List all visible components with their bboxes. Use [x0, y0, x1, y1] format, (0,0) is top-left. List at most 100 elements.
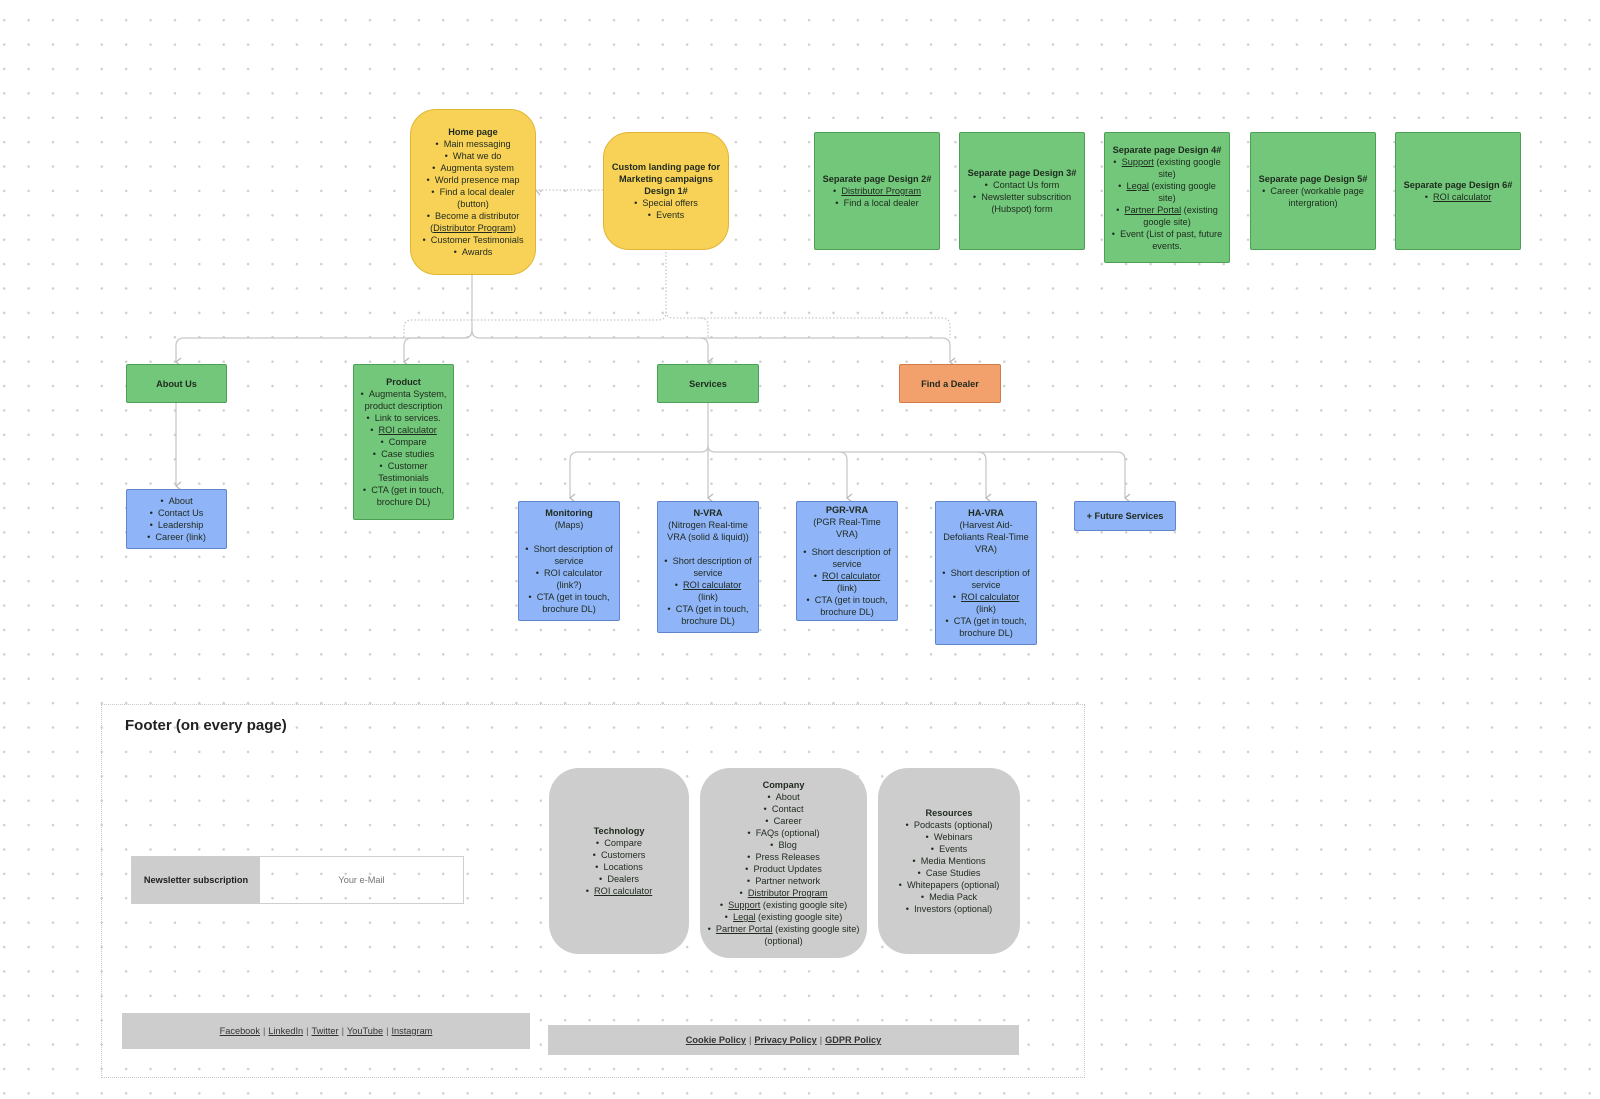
home-page-title: Home page	[448, 127, 498, 137]
legal-link[interactable]: Legal	[1126, 181, 1148, 191]
roi-calculator-link[interactable]: ROI calculator	[379, 425, 437, 435]
legal-link[interactable]: Legal	[733, 912, 755, 922]
product-item: Augmenta System, product description	[360, 388, 447, 412]
distributor-program-link[interactable]: Distributor Program	[433, 223, 513, 233]
footer-link[interactable]: Webinars	[899, 831, 1000, 843]
service-ha-vra-node[interactable]: HA-VRA (Harvest Aid-Defoliants Real-Time…	[935, 501, 1037, 645]
about-us-node[interactable]: About Us	[126, 364, 227, 403]
footer-link[interactable]: About	[706, 791, 861, 803]
footer-link[interactable]: Partner network	[706, 875, 861, 887]
wire-home-dealer	[700, 337, 956, 367]
page-item: Contact Us form	[966, 179, 1078, 191]
separate-page-title: Separate page Design 3#	[967, 168, 1077, 178]
wire-home-services	[471, 329, 714, 367]
separate-page-title: Separate page Design 5#	[1258, 174, 1368, 184]
footer-link[interactable]: Product Updates	[706, 863, 861, 875]
home-item: Customer Testimonials	[417, 234, 529, 246]
cookie-policy-link[interactable]: Cookie Policy	[686, 1035, 746, 1045]
footer-link[interactable]: Podcasts (optional)	[899, 819, 1000, 831]
twitter-link[interactable]: Twitter	[312, 1026, 339, 1036]
service-subtitle: (PGR Real-Time VRA)	[813, 517, 881, 539]
roi-calculator-link[interactable]: ROI calculator	[683, 580, 741, 590]
footer-link[interactable]: Media Pack	[899, 891, 1000, 903]
footer-link[interactable]: Whitepapers (optional)	[899, 879, 999, 891]
home-item: World presence map	[417, 174, 529, 186]
home-item: Awards	[417, 246, 529, 258]
technology-title: Technology	[593, 826, 645, 836]
youtube-link[interactable]: YouTube	[347, 1026, 383, 1036]
service-title: Monitoring	[545, 508, 593, 518]
separate-page-4-node[interactable]: Separate page Design 4# Support (existin…	[1104, 132, 1230, 263]
about-item: Contact Us	[147, 507, 206, 519]
find-a-dealer-title: Find a Dealer	[921, 378, 979, 389]
footer-link[interactable]: Locations	[586, 861, 653, 873]
about-item: Career (link)	[147, 531, 206, 543]
instagram-link[interactable]: Instagram	[391, 1026, 432, 1036]
separate-page-3-node[interactable]: Separate page Design 3# Contact Us form …	[959, 132, 1085, 250]
partner-portal-link[interactable]: Partner Portal	[1124, 205, 1181, 215]
service-item: CTA (get in touch, brochure DL)	[664, 603, 752, 627]
support-link[interactable]: Support	[1122, 157, 1154, 167]
facebook-link[interactable]: Facebook	[220, 1026, 260, 1036]
linkedin-link[interactable]: LinkedIn	[268, 1026, 303, 1036]
service-title: PGR-VRA	[825, 505, 869, 515]
separate-page-title: Separate page Design 4#	[1112, 144, 1222, 155]
wire-services-pgr	[707, 445, 853, 503]
separate-page-title: Separate page Design 2#	[822, 174, 932, 184]
footer-link[interactable]: Dealers	[586, 873, 653, 885]
footer-link[interactable]: FAQs (optional)	[706, 827, 861, 839]
separate-page-title: Separate page Design 6#	[1403, 180, 1513, 190]
landing-page-title: Custom landing page for Marketing campai…	[611, 162, 721, 196]
services-node[interactable]: Services	[657, 364, 759, 403]
roi-calculator-link[interactable]: ROI calculator	[594, 886, 652, 896]
footer-company-column: Company About Contact Career FAQs (optio…	[700, 768, 867, 958]
product-title: Product	[386, 377, 421, 387]
landing-page-node[interactable]: Custom landing page for Marketing campai…	[603, 132, 729, 250]
footer-link[interactable]: Press Releases	[706, 851, 861, 863]
roi-calculator-link[interactable]: ROI calculator	[822, 571, 880, 581]
footer-link[interactable]: Investors (optional)	[899, 903, 1000, 915]
distributor-program-link[interactable]: Distributor Program	[841, 186, 921, 196]
page-item: Find a local dealer	[833, 197, 921, 209]
separate-page-2-node[interactable]: Separate page Design 2# Distributor Prog…	[814, 132, 940, 250]
roi-calculator-link[interactable]: ROI calculator	[961, 592, 1019, 602]
footer-link[interactable]: Compare	[586, 837, 653, 849]
separate-page-5-node[interactable]: Separate page Design 5# Career (workable…	[1250, 132, 1376, 250]
wire-landing-right	[665, 311, 709, 338]
footer-link[interactable]: Customers	[586, 849, 653, 861]
policy-links-bar: Cookie Policy | Privacy Policy | GDPR Poli…	[548, 1025, 1019, 1055]
support-link[interactable]: Support	[728, 900, 760, 910]
service-nvra-node[interactable]: N-VRA (Nitrogen Real-time VRA (solid & l…	[657, 501, 759, 633]
service-item: CTA (get in touch, brochure DL)	[942, 615, 1030, 639]
product-item: CTA (get in touch, brochure DL)	[360, 484, 447, 508]
roi-calculator-link[interactable]: ROI calculator	[1433, 192, 1491, 202]
find-a-dealer-node[interactable]: Find a Dealer	[899, 364, 1001, 403]
email-input[interactable]	[260, 857, 463, 903]
footer-link[interactable]: Blog	[706, 839, 861, 851]
services-title: Services	[689, 378, 727, 389]
about-children-node[interactable]: About Contact Us Leadership Career (link…	[126, 489, 227, 549]
service-pgr-vra-node[interactable]: PGR-VRA (PGR Real-Time VRA) Short descri…	[796, 501, 898, 621]
service-subtitle: (Maps)	[554, 520, 584, 530]
landing-item: Events	[634, 209, 698, 221]
privacy-policy-link[interactable]: Privacy Policy	[754, 1035, 816, 1045]
future-services-node[interactable]: + Future Services	[1074, 501, 1176, 531]
footer-link[interactable]: Case Studies	[899, 867, 1000, 879]
product-node[interactable]: Product Augmenta System, product descrip…	[353, 364, 454, 520]
home-item: Augmenta system	[417, 162, 529, 174]
service-monitoring-node[interactable]: Monitoring (Maps) Short description of s…	[518, 501, 620, 621]
footer-link[interactable]: Events	[899, 843, 1000, 855]
distributor-program-link[interactable]: Distributor Program	[748, 888, 828, 898]
footer-link[interactable]: Media Mentions	[899, 855, 1000, 867]
footer-link[interactable]: Contact	[706, 803, 861, 815]
footer-link[interactable]: Career	[706, 815, 861, 827]
newsletter-subscription-form: Newsletter subscription	[131, 856, 464, 904]
home-item: Find a local dealer (button)	[417, 186, 529, 210]
about-us-title: About Us	[156, 378, 197, 389]
gdpr-policy-link[interactable]: GDPR Policy	[825, 1035, 881, 1045]
home-page-node[interactable]: Home page Main messaging What we do Augm…	[410, 109, 536, 275]
home-item: Main messaging	[417, 138, 529, 150]
partner-portal-link[interactable]: Partner Portal	[716, 924, 773, 934]
separate-page-6-node[interactable]: Separate page Design 6# ROI calculator	[1395, 132, 1521, 250]
service-item: ROI calculator (link?)	[525, 567, 613, 591]
